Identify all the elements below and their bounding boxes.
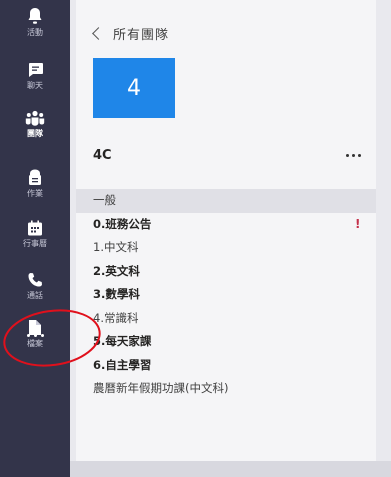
channel-label: 6.自主學習 <box>93 357 152 372</box>
channel-english[interactable]: 2.英文科 <box>76 260 376 284</box>
channel-math[interactable]: 3.數學科 <box>76 283 376 307</box>
channel-label: 0.班務公告 <box>93 216 152 231</box>
team-name: 4C <box>93 148 112 163</box>
channel-self-learning[interactable]: 6.自主學習 <box>76 354 376 378</box>
channel-label: 2.英文科 <box>93 263 140 278</box>
channel-general[interactable]: 一般 <box>76 189 376 213</box>
channel-daily-homework[interactable]: 5.每天家課 <box>76 330 376 354</box>
rail-label-calls: 通話 <box>27 291 43 300</box>
team-avatar-text: 4 <box>127 75 141 101</box>
channel-label: 農曆新年假期功課(中文科) <box>93 381 229 395</box>
teams-icon <box>25 110 45 126</box>
channel-general-studies[interactable]: 4.常識科 <box>76 307 376 331</box>
rail-item-teams[interactable]: 團隊 <box>0 110 70 158</box>
important-icon: ! <box>355 216 361 231</box>
rail-label-activity: 活動 <box>27 28 43 37</box>
rail-item-chat[interactable]: 聊天 <box>0 62 70 110</box>
calendar-icon <box>28 220 42 236</box>
back-label: 所有團隊 <box>113 27 170 43</box>
app-rail: 活動 聊天 團隊 作業 行事曆 通話 檔案 <box>0 0 70 477</box>
chevron-left-icon <box>92 26 105 40</box>
channel-label: 3.數學科 <box>93 287 140 301</box>
channel-label: 一般 <box>93 193 116 207</box>
rail-label-teams: 團隊 <box>27 129 43 138</box>
channel-label: 5.每天家課 <box>93 334 152 348</box>
channel-label: 4.常識科 <box>93 310 139 325</box>
channel-announcements[interactable]: 0.班務公告 ! <box>76 213 376 237</box>
rail-label-assignments: 作業 <box>27 189 43 198</box>
back-to-all-teams[interactable]: 所有團隊 <box>92 22 170 44</box>
rail-item-calls[interactable]: 通話 <box>0 272 70 320</box>
channel-label: 1.中文科 <box>93 240 139 254</box>
bell-icon <box>28 8 42 24</box>
team-panel: 所有團隊 4 4C 一般 0.班務公告 ! 1.中文科 2.英文科 3.數學科 … <box>76 0 376 461</box>
channel-list: 一般 0.班務公告 ! 1.中文科 2.英文科 3.數學科 4.常識科 5.每天… <box>76 189 376 401</box>
channel-cny-homework[interactable]: 農曆新年假期功課(中文科) <box>76 377 376 401</box>
channel-chinese[interactable]: 1.中文科 <box>76 236 376 260</box>
rail-item-calendar[interactable]: 行事曆 <box>0 220 70 268</box>
more-apps-icon[interactable] <box>0 320 70 350</box>
rail-label-chat: 聊天 <box>27 81 43 90</box>
rail-item-assignments[interactable]: 作業 <box>0 169 70 217</box>
rail-item-activity[interactable]: 活動 <box>0 7 70 55</box>
more-options-icon[interactable] <box>344 150 363 161</box>
bottom-band <box>70 461 391 477</box>
assignments-icon <box>29 169 41 185</box>
chat-icon <box>28 63 43 77</box>
phone-icon <box>28 273 42 287</box>
rail-label-calendar: 行事曆 <box>23 239 47 248</box>
team-avatar: 4 <box>93 58 175 118</box>
